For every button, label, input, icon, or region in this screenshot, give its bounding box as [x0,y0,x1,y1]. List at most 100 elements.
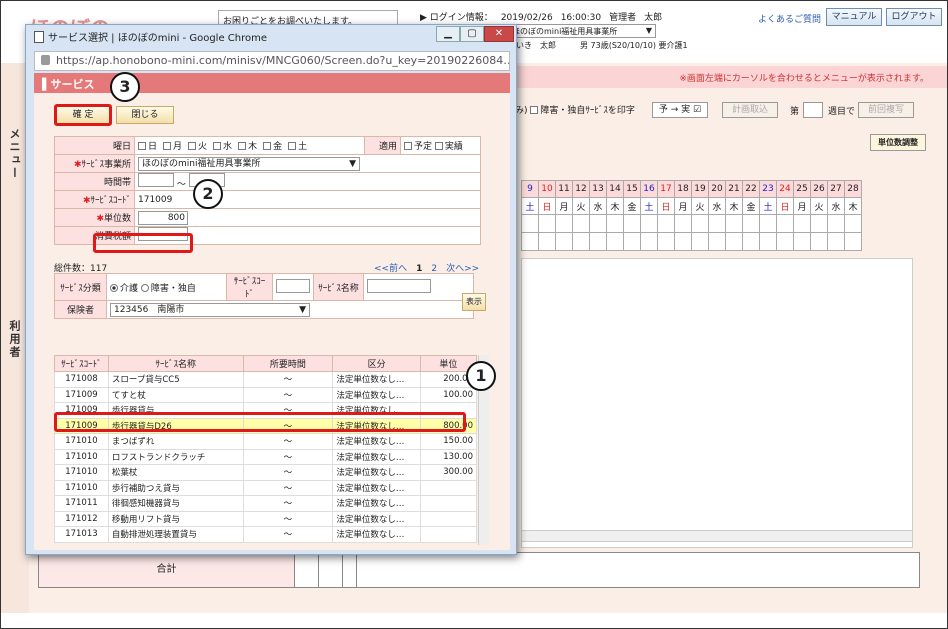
schedule-cell[interactable] [810,214,828,233]
maximize-button[interactable]: ▢ [460,26,484,42]
apply-options[interactable]: 予定 実績 [400,136,481,155]
url-bar[interactable]: https://ap.honobono-mini.com/minisv/MNCG… [34,51,510,71]
dow-checkbox[interactable] [288,142,297,150]
column-header[interactable]: ｻｰﾋﾞｽ名称 [107,355,244,372]
office-select[interactable]: ほのぼのmini福祉用具事業所 ▼ [508,24,656,38]
schedule-cell[interactable] [538,214,556,233]
schedule-cell[interactable] [759,232,777,251]
schedule-cell[interactable] [827,232,845,251]
side-menu-label[interactable]: メニュー [6,128,22,180]
schedule-cell[interactable] [844,232,862,251]
manual-button[interactable]: マニュアル [826,8,882,26]
schedule-cell[interactable] [572,214,590,233]
table-row[interactable]: 171009 てすと杖～法定単位数なし… 100.00 [54,386,478,403]
schedule-cell[interactable] [538,232,556,251]
schedule-cell[interactable] [674,232,692,251]
schedule-cell[interactable] [555,214,573,233]
schedule-cell[interactable] [810,232,828,251]
dow-cell: 月 [674,197,692,215]
time-from-input[interactable] [138,173,174,187]
schedule-cell[interactable] [793,232,811,251]
schedule-cell[interactable] [708,232,726,251]
search-name-input[interactable] [367,278,431,293]
day-grid: 9 10 11 12 13 14 15 16 17 18 19 20 21 22 23 24 25 26 27 28 … [521,180,862,251]
search-name-label: ｻｰﾋﾞｽ名称 [313,273,364,301]
schedule-cell[interactable] [657,214,675,233]
schedule-cell[interactable] [606,214,624,233]
schedule-cell[interactable] [623,214,641,233]
tax-input[interactable] [138,227,188,241]
schedule-cell[interactable] [521,214,539,233]
close-button[interactable]: 閉じる [116,106,174,124]
horizontal-scrollbar[interactable] [521,530,913,542]
schedule-cell[interactable] [708,214,726,233]
column-header[interactable]: ｻｰﾋﾞｽｺｰﾄﾞ [54,355,109,372]
show-button[interactable]: 表示 [462,293,486,311]
schedule-cell[interactable] [776,232,794,251]
schedule-cell[interactable] [606,232,624,251]
schedule-cell[interactable] [793,214,811,233]
minimize-button[interactable]: ▁ [436,26,460,42]
dow-checkbox[interactable] [238,142,247,150]
schedule-cell[interactable] [844,214,862,233]
dow-cell: 土 [521,197,539,215]
unit-adjust-button[interactable]: 単位数調整 [870,134,926,151]
table-row[interactable]: 171009 歩行器貸与～法定単位数なし… [54,402,478,419]
schedule-cell[interactable] [742,232,760,251]
copy-prev-button[interactable]: 前回複写 [858,102,914,118]
schedule-cell[interactable] [640,232,658,251]
schedule-cell[interactable] [589,232,607,251]
schedule-cell[interactable] [827,214,845,233]
service-select-window[interactable]: サービス選択 | ほのぼのmini - Google Chrome ▁ ▢ ✕ … [25,24,517,555]
units-input[interactable]: 800 [138,210,188,225]
dow-checkbox[interactable] [188,142,197,150]
schedule-cell[interactable] [555,232,573,251]
week-input[interactable] [803,102,823,118]
schedule-cell[interactable] [742,214,760,233]
column-header[interactable]: 区分 [332,355,421,372]
side-user-label[interactable]: 利用者 [6,320,22,359]
schedule-cell[interactable] [589,214,607,233]
insurer-select[interactable]: 123456 南陽市 ▼ [110,302,310,317]
schedule-cell[interactable] [691,232,709,251]
office-select-popup[interactable]: ほのぼのmini福祉用具事業所 ▼ [138,156,360,171]
dow-checkbox[interactable] [213,142,222,150]
table-row[interactable]: 171013 自動排泄処理装置貸与～法定単位数なし… [54,526,478,543]
column-header[interactable]: 所要時間 [242,355,334,372]
table-row[interactable]: 171008 スロープ貸与CC5 ～法定単位数なし… 200.00 [54,371,478,388]
search-type-radios[interactable]: 介護 障害・独自 [106,273,227,301]
table-row[interactable]: 171010 ロフストランドクラッチ～法定単位数なし… 130.00 [54,448,478,465]
search-code-input[interactable] [276,278,310,293]
schedule-cell[interactable] [657,232,675,251]
schedule-cell[interactable] [623,232,641,251]
schedule-cell[interactable] [776,214,794,233]
table-row[interactable]: 171009 歩行器貸与D26 ～法定単位数なし… 800.00 [54,417,478,434]
schedule-cell[interactable] [521,232,539,251]
schedule-cell[interactable] [759,214,777,233]
plan-import-button[interactable]: 計画取込 [722,102,778,118]
cell-kubun: 法定単位数なし… [332,371,421,388]
plan-to-actual-button[interactable]: 予 → 実 ☑ [652,102,708,118]
dow-cell: 火 [691,197,709,215]
schedule-cell[interactable] [691,214,709,233]
dow-checkbox[interactable] [263,142,272,150]
logout-button[interactable]: ログアウト [886,8,942,26]
schedule-cell[interactable] [640,214,658,233]
schedule-cell[interactable] [725,214,743,233]
faq-link[interactable]: よくあるご質問 [758,12,821,25]
table-row[interactable]: 171010 歩行補助つえ貸与～法定単位数なし… [54,479,478,496]
table-row[interactable]: 171012 移動用リフト貸与～法定単位数なし… [54,510,478,527]
schedule-cell[interactable] [674,214,692,233]
dow-checkbox[interactable] [138,142,146,150]
cell-kubun: 法定単位数なし… [332,417,421,434]
table-row[interactable]: 171011 徘徊感知機器貸与～法定単位数なし… [54,495,478,512]
schedule-cell[interactable] [572,232,590,251]
window-close-button[interactable]: ✕ [484,26,514,42]
confirm-button[interactable]: 確 定 [54,104,112,126]
disabled-print-checkbox[interactable] [530,106,539,114]
schedule-cell[interactable] [725,232,743,251]
dow-checkbox[interactable] [163,142,172,150]
table-row[interactable]: 171010 まつばずれ～法定単位数なし… 150.00 [54,433,478,450]
table-row[interactable]: 171010 松葉杖～法定単位数なし… 300.00 [54,464,478,481]
dow-checkboxes[interactable]: 日月火水木金土 [134,136,365,155]
